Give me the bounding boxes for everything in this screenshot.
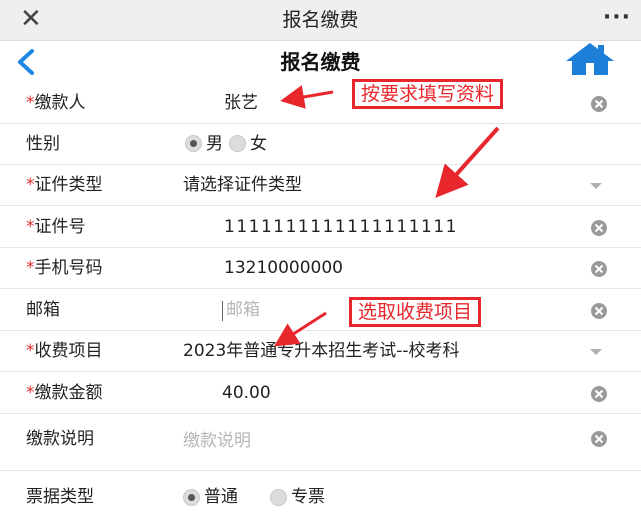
payer-input[interactable]: 张艺 — [224, 83, 258, 123]
payer-label: *缴款人 — [26, 93, 86, 113]
amount-label: *缴款金额 — [26, 383, 103, 403]
gender-female-label[interactable]: 女 — [250, 124, 267, 164]
fee-item-row: *收费项目 2023年普通专升本招生考试--校考科 — [0, 331, 641, 372]
id-type-row: *证件类型 请选择证件类型 — [0, 165, 641, 206]
email-input[interactable]: 邮箱 — [226, 290, 260, 330]
clear-icon[interactable] — [590, 260, 608, 278]
id-type-label: *证件类型 — [26, 175, 103, 195]
note-textarea[interactable]: 缴款说明 — [183, 421, 251, 461]
note-label: 缴款说明 — [26, 429, 94, 449]
select-fee-annotation: 选取收费项目 — [349, 297, 482, 327]
gender-row: 性别 男 女 — [0, 124, 641, 165]
receipt-normal-radio[interactable] — [183, 489, 200, 506]
clear-icon[interactable] — [590, 385, 608, 403]
more-menu-button[interactable]: ··· — [603, 2, 631, 34]
note-row: 缴款说明 缴款说明 — [0, 415, 641, 471]
receipt-type-label: 票据类型 — [26, 487, 94, 507]
receipt-special-label[interactable]: 专票 — [291, 479, 325, 515]
window-title: 报名缴费 — [282, 9, 359, 31]
fee-item-label: *收费项目 — [26, 341, 103, 361]
receipt-special-radio[interactable] — [270, 489, 287, 506]
gender-male-label[interactable]: 男 — [206, 124, 223, 164]
page-header: 报名缴费 — [0, 41, 641, 83]
payer-row: *缴款人 张艺 — [0, 83, 641, 124]
chevron-down-icon[interactable] — [588, 347, 604, 357]
id-number-label: *证件号 — [26, 217, 86, 237]
email-row: 邮箱 邮箱 — [0, 290, 641, 331]
id-number-input[interactable]: 1111111111111111111 — [224, 207, 458, 247]
amount-input[interactable]: 40.00 — [222, 373, 271, 413]
chevron-down-icon[interactable] — [588, 181, 604, 191]
gender-female-radio[interactable] — [229, 135, 246, 152]
id-type-select[interactable]: 请选择证件类型 — [183, 165, 302, 205]
receipt-type-row: 票据类型 普通 专票 — [0, 479, 641, 515]
clear-icon[interactable] — [590, 430, 608, 448]
phone-row: *手机号码 13210000000 — [0, 248, 641, 289]
gender-male-radio[interactable] — [185, 135, 202, 152]
receipt-normal-label[interactable]: 普通 — [204, 479, 238, 515]
fill-in-annotation: 按要求填写资料 — [352, 79, 504, 109]
home-icon[interactable] — [562, 41, 618, 75]
clear-icon[interactable] — [590, 219, 608, 237]
gender-label: 性别 — [26, 134, 60, 154]
fee-item-select[interactable]: 2023年普通专升本招生考试--校考科 — [183, 331, 583, 371]
phone-input[interactable]: 13210000000 — [224, 248, 343, 288]
email-label: 邮箱 — [26, 300, 60, 320]
text-cursor — [222, 301, 223, 321]
clear-icon[interactable] — [590, 302, 608, 320]
page-title: 报名缴费 — [280, 50, 361, 74]
phone-label: *手机号码 — [26, 258, 103, 278]
amount-row: *缴款金额 40.00 — [0, 373, 641, 414]
id-number-row: *证件号 1111111111111111111 — [0, 207, 641, 248]
window-titlebar: ✕ 报名缴费 ··· — [0, 0, 641, 41]
clear-icon[interactable] — [590, 95, 608, 113]
